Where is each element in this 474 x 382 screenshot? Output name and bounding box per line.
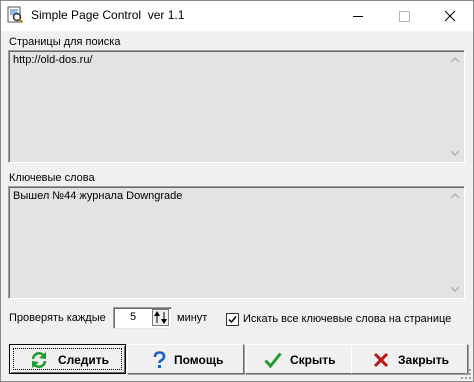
scroll-down-icon[interactable] [447,281,463,297]
spin-updown-button[interactable] [152,309,169,326]
app-icon[interactable] [6,6,24,24]
pages-scrollbar[interactable] [447,52,463,161]
search-all-label[interactable]: Искать все ключевые слова на странице [243,313,451,325]
keywords-label: Ключевые слова [9,172,95,184]
hide-button-label: Скрыть [290,353,336,367]
question-icon [153,351,166,368]
pages-textarea[interactable]: http://old-dos.ru/ [8,50,465,163]
close-icon [444,10,456,22]
keywords-text: Вышел №44 журнала Downgrade [13,190,183,202]
app-window: Simple Page Control ver 1.1 Страницы для… [0,0,474,382]
keywords-textarea[interactable]: Вышел №44 журнала Downgrade [8,186,465,299]
help-button[interactable]: Помощь [127,344,244,374]
pages-label: Страницы для поиска [9,36,121,48]
track-button-label: Следить [58,353,110,367]
minimize-icon [353,16,363,17]
keywords-scrollbar[interactable] [447,188,463,297]
x-icon [373,352,389,368]
window-title: Simple Page Control ver 1.1 [31,8,185,22]
close-window-button[interactable] [427,1,473,31]
maximize-button[interactable] [381,1,427,31]
pages-text: http://old-dos.ru/ [13,54,93,66]
checkmark-icon [228,316,237,324]
updown-arrows-icon [154,311,167,324]
scroll-up-icon[interactable] [447,188,463,204]
checkmark-icon [264,352,282,369]
track-button[interactable]: Следить [9,344,126,374]
interval-label: Проверять каждые [9,312,106,324]
resize-grip-icon[interactable] [460,368,472,380]
search-all-checkbox[interactable] [226,313,239,326]
refresh-icon [31,352,47,368]
interval-value[interactable]: 5 [114,311,152,323]
close-button-label: Закрыть [398,353,450,367]
close-button[interactable]: Закрыть [351,344,468,374]
minutes-label: минут [177,312,208,324]
maximize-icon [399,11,410,22]
scroll-down-icon[interactable] [447,145,463,161]
minimize-button[interactable] [335,1,381,31]
help-button-label: Помощь [174,353,224,367]
hide-button[interactable]: Скрыть [245,344,362,374]
interval-spinbox[interactable]: 5 [113,307,172,329]
title-bar[interactable]: Simple Page Control ver 1.1 [1,1,473,31]
scroll-up-icon[interactable] [447,52,463,68]
